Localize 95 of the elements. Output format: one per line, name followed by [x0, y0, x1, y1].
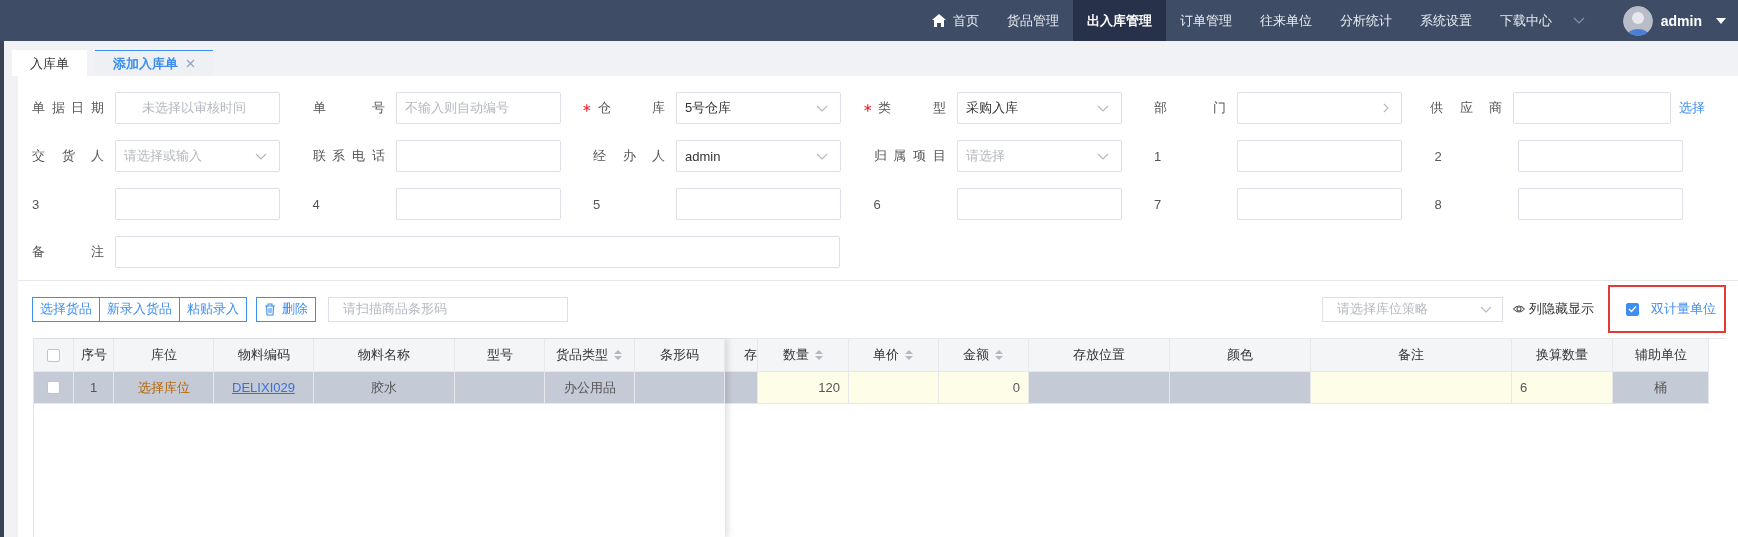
dual-unit-checkbox[interactable]: 双计量单位: [1608, 285, 1726, 333]
nav-item[interactable]: 货品管理: [992, 0, 1073, 41]
select-field[interactable]: 采购入库: [956, 92, 1122, 124]
nav-item[interactable]: 下载中心: [1485, 0, 1599, 41]
column-header[interactable]: 换算数量: [1512, 339, 1613, 372]
input-field[interactable]: [956, 188, 1122, 220]
field-label: 联系电话: [312, 147, 385, 165]
input-field[interactable]: [1237, 188, 1402, 220]
column-header[interactable]: 辅助单位: [1613, 339, 1709, 372]
page-tab[interactable]: 入库单: [12, 50, 87, 76]
select-field[interactable]: admin: [676, 140, 841, 172]
column-header[interactable]: 物料名称: [314, 339, 455, 372]
check-icon: [1628, 305, 1637, 313]
field-label: 5: [593, 196, 602, 212]
checkbox[interactable]: [47, 381, 60, 394]
column-header[interactable]: 数量: [758, 339, 849, 372]
input-field[interactable]: [1237, 140, 1402, 172]
field-label: 3: [32, 196, 41, 212]
field-label: 7: [1154, 196, 1163, 212]
field-label: 1: [1154, 148, 1163, 164]
table-cell: 1: [74, 372, 114, 404]
input-cell[interactable]: 0: [939, 372, 1029, 404]
table-row[interactable]: 1 选择库位 DELIXI029 胶水 办公用品: [34, 372, 725, 404]
nav-item[interactable]: 往来单位: [1245, 0, 1326, 41]
input-field[interactable]: [1517, 188, 1683, 220]
toolbar-button[interactable]: 新录入货品: [99, 296, 180, 322]
field-label: 类型: [878, 99, 946, 117]
chevron-down-icon: [816, 152, 828, 160]
checkbox[interactable]: [1626, 302, 1639, 316]
column-header[interactable]: 条形码: [635, 339, 725, 372]
nav-item[interactable]: 首页: [917, 0, 993, 41]
field-label: 单号: [312, 99, 385, 117]
column-header[interactable]: 颜色: [1170, 339, 1311, 372]
input-cell[interactable]: 120: [758, 372, 849, 404]
chevron-down-icon: [1572, 17, 1585, 24]
field-label: 8: [1434, 196, 1443, 212]
chevron-down-icon: [1096, 104, 1109, 112]
input-field[interactable]: [115, 188, 280, 220]
input-field[interactable]: [1513, 92, 1671, 124]
field-label: 备注: [32, 243, 104, 261]
field-label: 交货人: [32, 147, 104, 165]
table-cell: [725, 372, 758, 404]
field-label: 归属项目: [873, 147, 946, 165]
column-header[interactable]: 金额: [939, 339, 1029, 372]
column-header[interactable]: 备注: [1311, 339, 1512, 372]
column-toggle[interactable]: 列隐藏显示: [1513, 300, 1594, 318]
column-header[interactable]: 存: [725, 339, 758, 372]
table-cell: 胶水: [314, 372, 455, 404]
avatar-icon: [1622, 5, 1653, 36]
field-label: 6: [873, 196, 882, 212]
input-field[interactable]: [115, 236, 840, 268]
input-field[interactable]: [1517, 140, 1683, 172]
chevron-down-icon: [1480, 305, 1492, 313]
field-label: 部门: [1154, 99, 1226, 117]
toolbar-button[interactable]: 选择货品: [32, 296, 100, 322]
column-header[interactable]: 货品类型: [545, 339, 635, 372]
chevron-down-icon: [255, 152, 267, 160]
nav-item[interactable]: 出入库管理: [1072, 0, 1166, 41]
caret-icon: [1716, 17, 1726, 24]
nav-item[interactable]: 分析统计: [1325, 0, 1406, 41]
home-icon: [931, 14, 946, 27]
input-field[interactable]: [1237, 92, 1402, 124]
field-label: 2: [1434, 148, 1443, 164]
field-label: 仓库: [597, 99, 665, 117]
table-cell: 桶: [1613, 372, 1709, 404]
select-field[interactable]: 5号仓库: [676, 92, 841, 124]
table-cell: 办公用品: [545, 372, 635, 404]
field-label: 4: [312, 196, 321, 212]
delete-button[interactable]: 删除: [256, 296, 316, 322]
user-menu[interactable]: admin: [1622, 0, 1726, 41]
chevron-down-icon: [1096, 152, 1109, 160]
checkbox[interactable]: [47, 348, 60, 362]
nav-item[interactable]: 订单管理: [1165, 0, 1246, 41]
trash-icon: [264, 302, 276, 316]
column-header[interactable]: 型号: [455, 339, 545, 372]
column-header[interactable]: 库位: [114, 339, 214, 372]
nav-item[interactable]: 系统设置: [1405, 0, 1486, 41]
input-cell[interactable]: [849, 372, 939, 404]
eye-icon: [1513, 304, 1525, 314]
input-field[interactable]: [395, 140, 561, 172]
input-cell[interactable]: 6: [1512, 372, 1613, 404]
column-header[interactable]: 物料编码: [214, 339, 314, 372]
input-field[interactable]: [676, 188, 841, 220]
select-link[interactable]: 选择: [1679, 99, 1705, 117]
input-cell[interactable]: [1311, 372, 1512, 404]
chevron-down-icon: [816, 104, 828, 112]
field-label: 经办人: [593, 147, 665, 165]
input-field[interactable]: [395, 188, 561, 220]
field-label: 供应商: [1430, 99, 1503, 117]
chevron-right-icon: [1383, 103, 1389, 113]
column-header[interactable]: 单价: [849, 339, 939, 372]
column-header[interactable]: 序号: [74, 339, 114, 372]
toolbar-button[interactable]: 粘贴录入: [179, 296, 247, 322]
field-label: 单据日期: [32, 99, 104, 117]
column-header[interactable]: 存放位置: [1029, 339, 1170, 372]
